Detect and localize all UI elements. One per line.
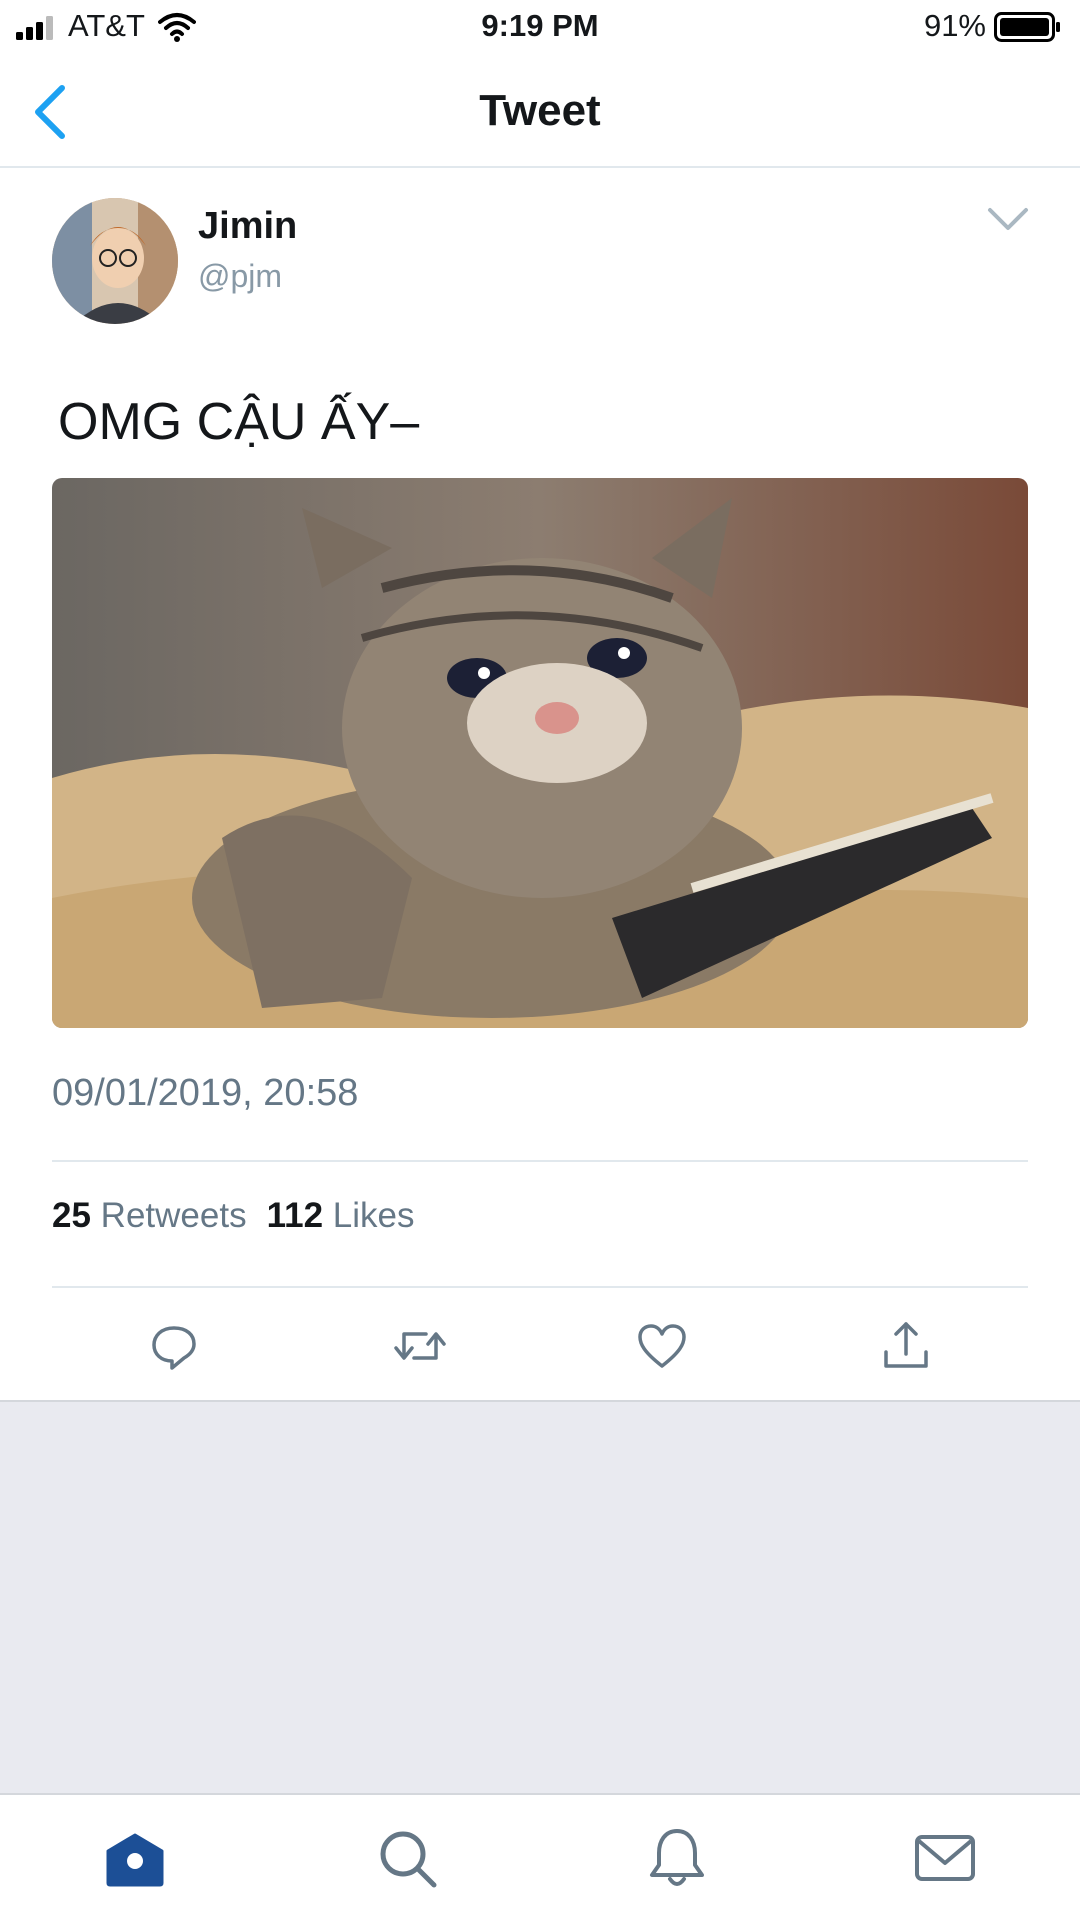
share-icon[interactable]	[876, 1316, 936, 1376]
status-bar: AT&T 9:19 PM 91%	[0, 0, 1080, 54]
divider	[52, 1160, 1028, 1162]
reply-icon[interactable]	[144, 1316, 204, 1376]
tweet-text: OMG CẬU ẤY–	[58, 393, 420, 451]
engagement-stats: 25 Retweets 112 Likes	[52, 1196, 415, 1236]
likes-stat[interactable]: 112 Likes	[267, 1196, 415, 1235]
home-icon[interactable]	[102, 1825, 168, 1891]
avatar-image	[52, 198, 178, 324]
navigation-bar: Tweet	[0, 54, 1080, 168]
retweet-count: 25	[52, 1196, 91, 1235]
like-icon[interactable]	[632, 1316, 692, 1376]
search-icon[interactable]	[374, 1825, 440, 1891]
like-label: Likes	[332, 1196, 415, 1235]
retweet-label: Retweets	[100, 1196, 247, 1235]
clock: 9:19 PM	[481, 8, 599, 43]
page-title: Tweet	[479, 86, 601, 135]
tab-bar	[0, 1793, 1080, 1922]
retweets-stat[interactable]: 25 Retweets	[52, 1196, 247, 1235]
retweet-icon[interactable]	[390, 1316, 450, 1376]
user-handle[interactable]: @pjm	[198, 258, 282, 295]
avatar[interactable]	[52, 198, 178, 324]
crying-cat-image	[52, 478, 1028, 1028]
empty-area	[0, 1400, 1080, 1795]
divider	[52, 1286, 1028, 1288]
tweet-timestamp: 09/01/2019, 20:58	[52, 1072, 359, 1114]
battery-percent: 91%	[923, 8, 986, 43]
display-name[interactable]: Jimin	[198, 205, 297, 248]
tweet-photo[interactable]	[52, 478, 1028, 1028]
messages-icon[interactable]	[912, 1825, 978, 1891]
like-count: 112	[266, 1196, 324, 1235]
notifications-icon[interactable]	[644, 1825, 710, 1891]
battery-icon	[994, 12, 1060, 42]
chevron-down-icon[interactable]	[986, 204, 1030, 234]
